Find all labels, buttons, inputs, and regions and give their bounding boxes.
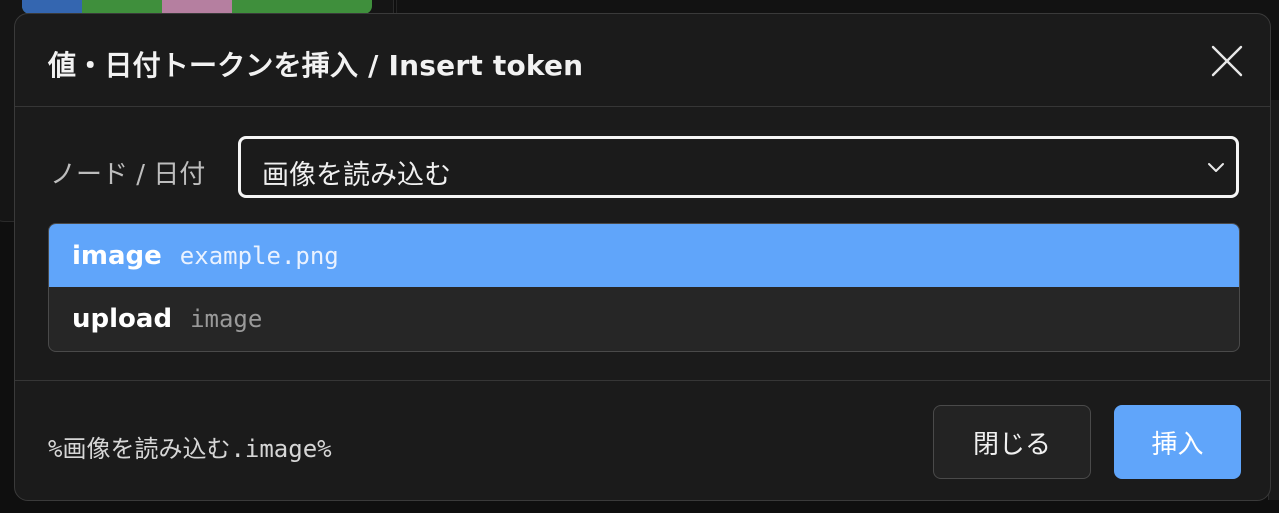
dialog-header: 値・日付トークンを挿入 / Insert token — [15, 14, 1270, 107]
token-preview: %画像を読み込む.image% — [48, 435, 332, 463]
insert-button[interactable]: 挿入 — [1114, 405, 1241, 479]
node-date-label: ノード / 日付 — [50, 160, 206, 190]
background-thumbnail — [22, 0, 372, 14]
dialog-title: 値・日付トークンを挿入 / Insert token — [48, 49, 584, 82]
insert-token-dialog: 値・日付トークンを挿入 / Insert token ノード / 日付 画像を読… — [14, 13, 1271, 501]
dialog-footer: %画像を読み込む.image% 閉じる 挿入 — [15, 381, 1270, 500]
dialog-body: ノード / 日付 画像を読み込む image example.png uploa… — [15, 106, 1270, 381]
token-option-image[interactable]: image example.png — [49, 224, 1239, 287]
select-value: 画像を読み込む — [262, 160, 451, 191]
option-key: image — [72, 240, 162, 271]
node-date-select[interactable]: 画像を読み込む — [238, 136, 1239, 198]
chevron-down-icon — [1206, 157, 1226, 177]
token-options-list: image example.png upload image — [48, 223, 1240, 352]
close-dialog-button[interactable] — [1210, 44, 1244, 78]
option-value: example.png — [179, 241, 339, 270]
option-key: upload — [72, 303, 173, 334]
option-value: image — [190, 304, 263, 333]
close-icon — [1211, 45, 1243, 77]
close-button[interactable]: 閉じる — [933, 405, 1091, 479]
token-option-upload[interactable]: upload image — [49, 287, 1239, 350]
